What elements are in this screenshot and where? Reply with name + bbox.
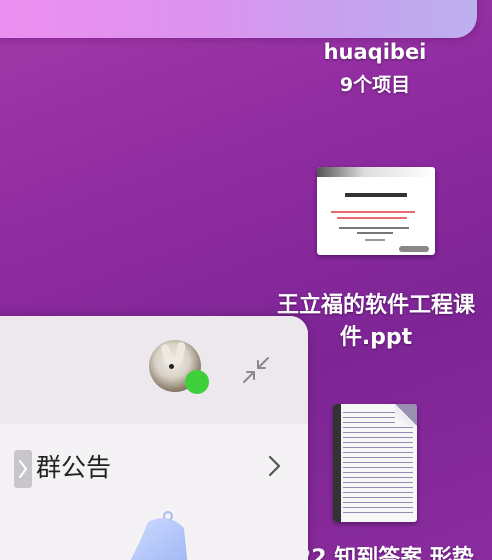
- doc-file-name-label[interactable]: 22 知到答案 形势: [296, 540, 492, 560]
- doc-text-lines: [343, 412, 413, 516]
- ppt-logo: [399, 246, 429, 252]
- online-status-dot: [185, 370, 209, 394]
- doc-file-thumbnail[interactable]: [333, 404, 417, 522]
- top-window-partial: [0, 0, 477, 38]
- ppt-file-thumbnail[interactable]: [317, 167, 435, 255]
- group-announcement-label: 群公告: [36, 453, 112, 482]
- group-announcement-row[interactable]: 群公告: [0, 424, 308, 504]
- ppt-title-line: [345, 193, 407, 197]
- side-collapse-tab[interactable]: [14, 450, 32, 488]
- ppt-red-line: [331, 211, 415, 213]
- folder-item-count: 9个项目: [339, 74, 411, 96]
- shrink-arrows-icon[interactable]: [240, 354, 272, 386]
- ppt-text-line: [339, 227, 409, 229]
- rabbit-eye: [169, 364, 174, 369]
- chat-panel-header: [0, 316, 308, 424]
- bell-illustration-icon: [130, 511, 188, 560]
- chevron-right-icon: [268, 455, 281, 477]
- ppt-header-band: [317, 167, 435, 177]
- doc-spine: [333, 404, 341, 522]
- ppt-text-line: [365, 239, 385, 241]
- ppt-text-line: [357, 232, 393, 234]
- rabbit-ear: [174, 341, 186, 365]
- ppt-red-line: [337, 217, 407, 219]
- doc-page-curl: [395, 404, 417, 426]
- folder-name-label[interactable]: huaqibei: [300, 40, 450, 64]
